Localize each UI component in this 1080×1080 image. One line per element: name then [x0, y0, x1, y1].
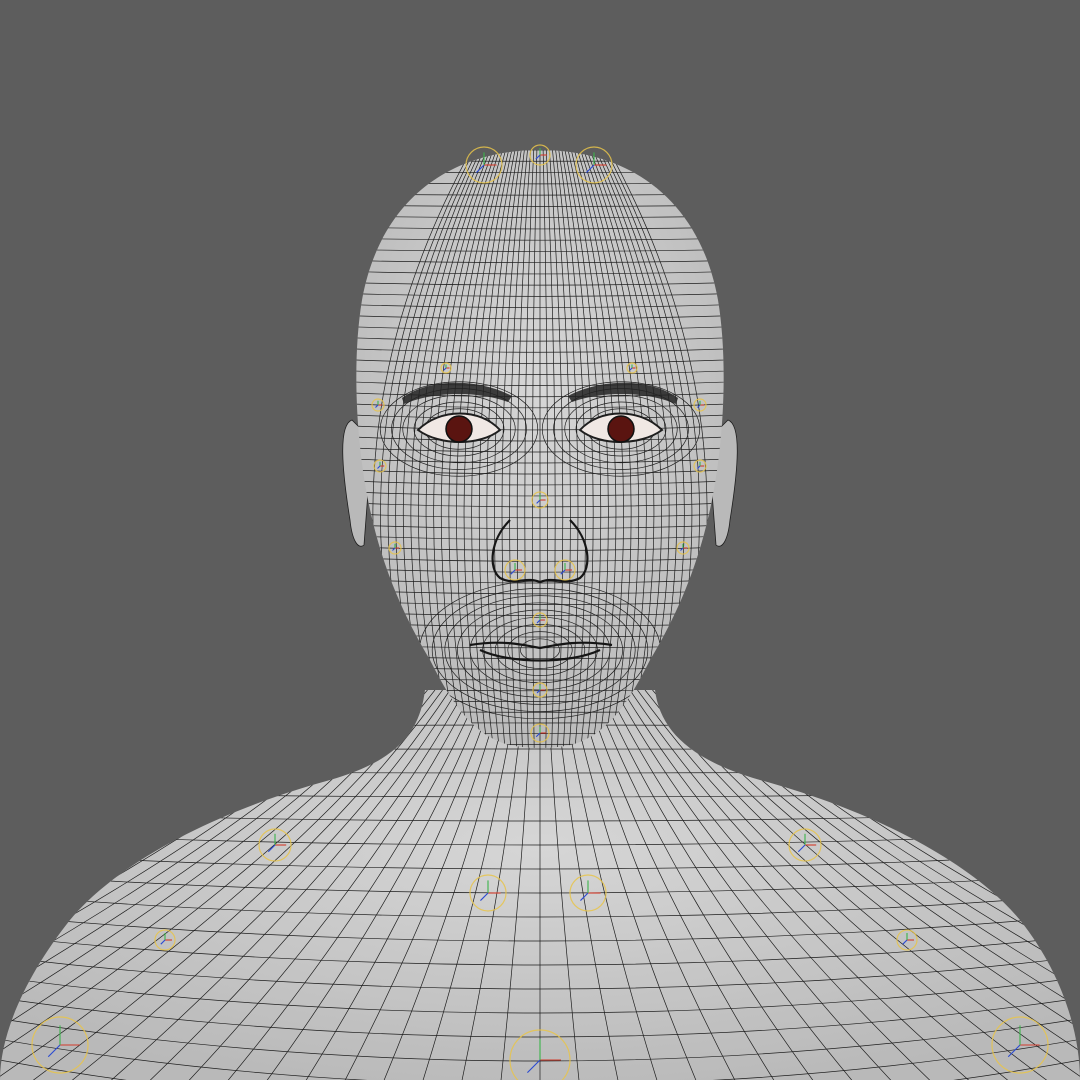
3d-viewport[interactable]	[0, 0, 1080, 1080]
head	[356, 150, 724, 748]
wireframe-head-model[interactable]	[0, 0, 1080, 1080]
torso-shoulders	[0, 690, 1080, 1080]
